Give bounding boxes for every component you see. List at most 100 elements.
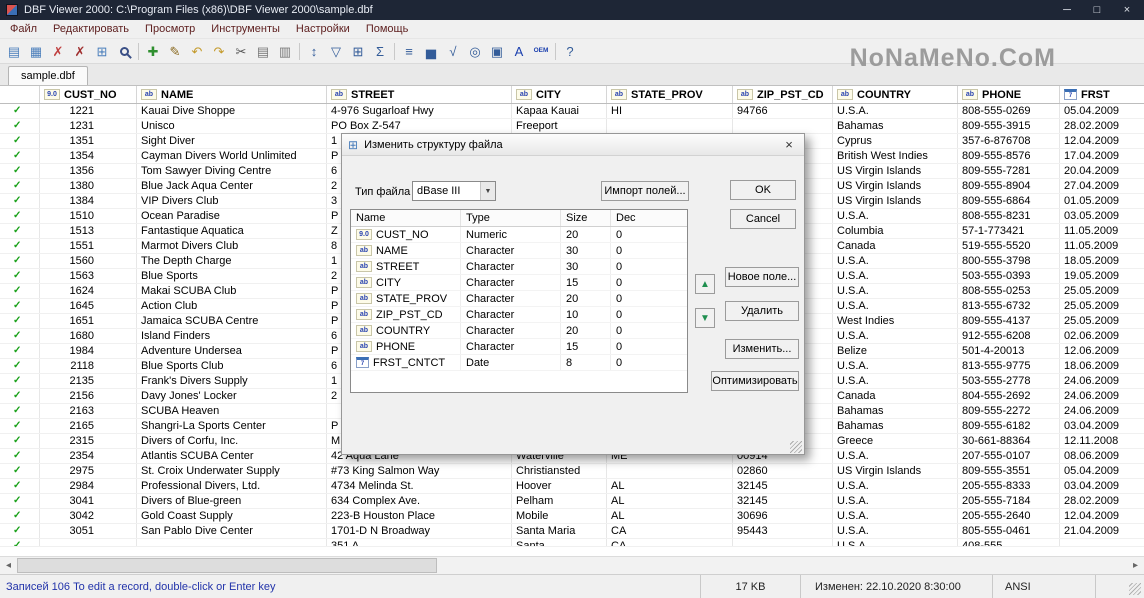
cell-phone[interactable]: 357-6-876708 [958,134,1060,148]
cell-no[interactable]: 1510 [40,209,137,223]
search-icon[interactable] [113,41,135,62]
cell-name[interactable]: Tom Sawyer Diving Centre [137,164,327,178]
close-file-icon[interactable]: ✗ [47,41,69,62]
cell-frst[interactable]: 24.06.2009 [1060,374,1144,388]
field-type[interactable]: Character [461,307,561,322]
cell-country[interactable]: U.S.A. [833,539,958,546]
cell-frst[interactable]: 19.05.2009 [1060,269,1144,283]
field-name-cell[interactable]: 9.0CUST_NO [351,227,461,242]
cell-street[interactable]: 4734 Melinda St. [327,479,512,493]
cell-name[interactable]: SCUBA Heaven [137,404,327,418]
table-row[interactable]: ✓1231UniscoPO Box Z-547FreeportBahamas80… [0,119,1144,134]
cell-name[interactable]: Action Club [137,299,327,313]
table-row[interactable]: ✓2984Professional Divers, Ltd.4734 Melin… [0,479,1144,494]
field-type[interactable]: Numeric [461,227,561,242]
cell-name[interactable]: Davy Jones' Locker [137,389,327,403]
cell-zip[interactable]: 32145 [733,479,833,493]
cell-frst[interactable]: 08.06.2009 [1060,449,1144,463]
cell-frst[interactable]: 25.05.2009 [1060,284,1144,298]
cell-no[interactable]: 1513 [40,224,137,238]
cell-frst[interactable]: 12.11.2008 [1060,434,1144,448]
field-dec[interactable]: 0 [611,275,687,290]
cell-name[interactable]: Ocean Paradise [137,209,327,223]
cell-phone[interactable]: 804-555-2692 [958,389,1060,403]
cell-frst[interactable]: 11.05.2009 [1060,239,1144,253]
cell-name[interactable]: Sight Diver [137,134,327,148]
field-name-cell[interactable]: abZIP_PST_CD [351,307,461,322]
cell-country[interactable]: U.S.A. [833,494,958,508]
cell-phone[interactable]: 912-555-6208 [958,329,1060,343]
cell-zip[interactable]: 94766 [733,104,833,118]
optimize-button[interactable]: Оптимизировать [711,371,799,391]
chart-icon[interactable]: ▅ [420,41,442,62]
cell-phone[interactable]: 808-555-8231 [958,209,1060,223]
cell-state[interactable] [607,464,733,478]
cell-country[interactable]: U.S.A. [833,329,958,343]
chevron-down-icon[interactable]: ▼ [480,182,495,200]
cell-country[interactable]: U.S.A. [833,524,958,538]
cell-phone[interactable]: 501-4-20013 [958,344,1060,358]
layers-icon[interactable]: ▣ [486,41,508,62]
cell-no[interactable]: 2315 [40,434,137,448]
cell-city[interactable]: Santa Maria [512,524,607,538]
column-header-phone[interactable]: abPHONE [958,86,1060,103]
filter-icon[interactable]: ▽ [325,41,347,62]
cell-frst[interactable]: 12.04.2009 [1060,134,1144,148]
field-type[interactable]: Character [461,339,561,354]
cell-city[interactable]: Pelham [512,494,607,508]
cell-no[interactable]: 1624 [40,284,137,298]
cell-name[interactable]: Cayman Divers World Unlimited [137,149,327,163]
cell-frst[interactable]: 03.04.2009 [1060,479,1144,493]
cell-phone[interactable]: 809-555-6864 [958,194,1060,208]
cell-name[interactable]: Marmot Divers Club [137,239,327,253]
cell-frst[interactable]: 28.02.2009 [1060,119,1144,133]
move-down-button[interactable]: ▼ [695,308,715,328]
field-row[interactable]: abSTATE_PROVCharacter200 [351,291,687,307]
cell-country[interactable]: Greece [833,434,958,448]
cell-phone[interactable]: 809-555-4137 [958,314,1060,328]
field-row[interactable]: abZIP_PST_CDCharacter100 [351,307,687,323]
cut-icon[interactable]: ✂ [230,41,252,62]
cell-no[interactable]: 1984 [40,344,137,358]
paste-icon[interactable]: ▥ [274,41,296,62]
dialog-title-bar[interactable]: ⊞ Изменить структуру файла × [342,134,804,156]
cell-name[interactable] [137,539,327,546]
cell-phone[interactable]: 813-555-9775 [958,359,1060,373]
cell-phone[interactable]: 808-555-0269 [958,104,1060,118]
file-type-select[interactable]: dBase III ▼ [412,181,496,201]
cell-name[interactable]: Shangri-La Sports Center [137,419,327,433]
edit-record-icon[interactable]: ✎ [164,41,186,62]
cell-country[interactable]: U.S.A. [833,509,958,523]
cell-frst[interactable]: 02.06.2009 [1060,329,1144,343]
add-record-icon[interactable]: ✚ [142,41,164,62]
sum-icon[interactable]: Σ [369,41,391,62]
cell-no[interactable]: 2135 [40,374,137,388]
menu-edit[interactable]: Редактировать [45,21,137,37]
cell-street[interactable]: 351 A [327,539,512,546]
cell-name[interactable]: Divers of Blue-green [137,494,327,508]
cell-phone[interactable]: 809-555-3915 [958,119,1060,133]
structure-icon[interactable]: ⊞ [91,41,113,62]
cell-no[interactable]: 2975 [40,464,137,478]
cell-country[interactable]: Cyprus [833,134,958,148]
cell-phone[interactable]: 408-555 [958,539,1060,546]
dialog-resize-grip[interactable] [790,441,802,453]
menu-view[interactable]: Просмотр [137,21,203,37]
cell-no[interactable] [40,539,137,546]
cell-name[interactable]: Island Finders [137,329,327,343]
column-header-frst[interactable]: 7FRST [1060,86,1144,103]
dialog-close-icon[interactable]: × [774,134,804,155]
field-size[interactable]: 20 [561,227,611,242]
cell-no[interactable]: 1551 [40,239,137,253]
cell-no[interactable]: 3042 [40,509,137,523]
cell-name[interactable]: Frank's Divers Supply [137,374,327,388]
field-name-cell[interactable]: abNAME [351,243,461,258]
cell-frst[interactable]: 12.06.2009 [1060,344,1144,358]
cell-country[interactable]: Columbia [833,224,958,238]
cell-phone[interactable]: 809-555-8904 [958,179,1060,193]
cell-frst[interactable] [1060,539,1144,546]
cell-name[interactable]: Fantastique Aquatica [137,224,327,238]
cell-no[interactable]: 1560 [40,254,137,268]
field-size[interactable]: 20 [561,323,611,338]
field-row[interactable]: abCITYCharacter150 [351,275,687,291]
